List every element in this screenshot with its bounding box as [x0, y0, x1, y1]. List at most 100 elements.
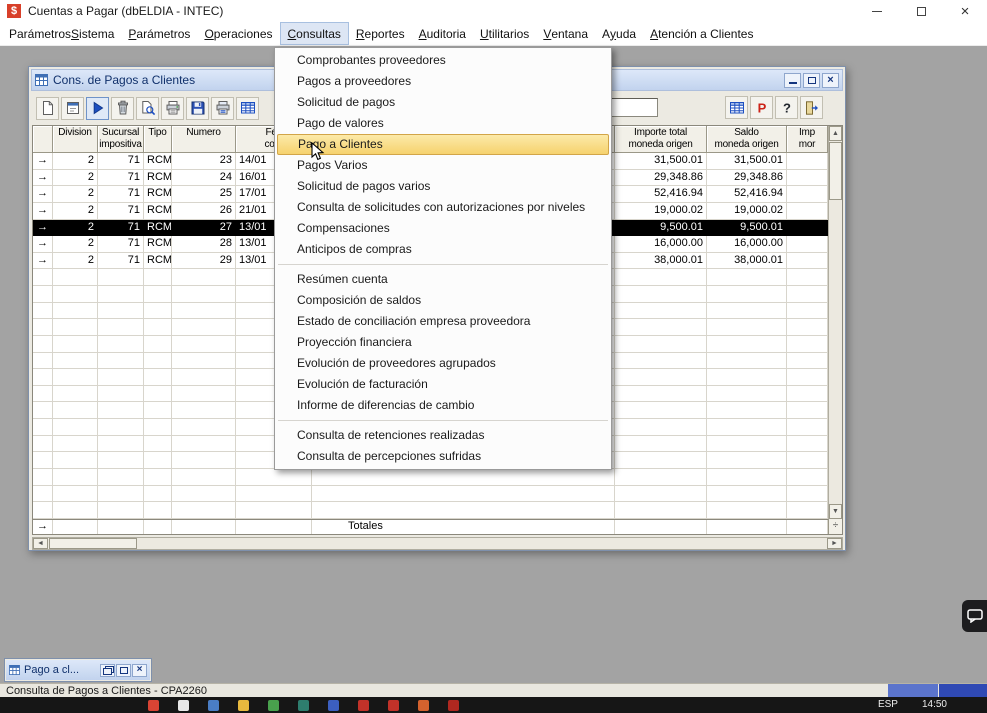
grid-cell [33, 502, 53, 519]
menu-item-pagos-a-proveedores[interactable]: Pagos a proveedores [275, 71, 611, 92]
taskbar-app-11[interactable] [448, 700, 459, 711]
minimized-restore-button[interactable] [100, 664, 115, 677]
menu-item-consulta-de-percepciones-sufridas[interactable]: Consulta de percepciones sufridas [275, 446, 611, 467]
menu-item-compensaciones[interactable]: Compensaciones [275, 218, 611, 239]
grid-header-numero[interactable]: Numero [172, 126, 236, 153]
grid-cell [144, 520, 172, 534]
taskbar-app-1[interactable] [148, 700, 159, 711]
menu-item-proyeccion-financiera[interactable]: Proyección financiera [275, 332, 611, 353]
form-button[interactable] [61, 97, 84, 120]
grid-header-division[interactable]: Division [53, 126, 98, 153]
taskbar[interactable]: ESP 14:50 [0, 697, 987, 713]
minimized-close-button[interactable]: × [132, 664, 147, 677]
horizontal-scrollbar[interactable]: ◄ ► [32, 537, 843, 550]
grid-cell [33, 336, 53, 353]
maximize-button[interactable] [899, 0, 943, 22]
grid-header-importe-total-moneda-origen[interactable]: Importe totalmoneda origen [615, 126, 707, 153]
menubar-item-reportes[interactable]: Reportes [349, 22, 412, 45]
child-window-controls: × [784, 73, 839, 88]
close-button[interactable]: × [943, 0, 987, 22]
grid-cell [33, 452, 53, 469]
grid-cell: 23 [172, 153, 236, 170]
minimize-button[interactable] [855, 0, 899, 22]
taskbar-app-7[interactable] [328, 700, 339, 711]
scroll-down-button[interactable]: ▼ [829, 504, 842, 519]
menu-item-informe-de-diferencias-de-cambio[interactable]: Informe de diferencias de cambio [275, 395, 611, 416]
menubar-item-ayuda[interactable]: Ayuda [595, 22, 643, 45]
menu-item-resumen-cuenta[interactable]: Resúmen cuenta [275, 269, 611, 290]
print-report-button[interactable] [211, 97, 234, 120]
menu-item-solicitud-de-pagos[interactable]: Solicitud de pagos [275, 92, 611, 113]
new-button[interactable] [36, 97, 59, 120]
menu-item-consulta-de-retenciones-realizadas[interactable]: Consulta de retenciones realizadas [275, 425, 611, 446]
consultas-dropdown: Comprobantes proveedoresPagos a proveedo… [274, 47, 612, 470]
grid-header-indicator[interactable] [33, 126, 53, 153]
menu-item-pago-a-clientes[interactable]: Pago a Clientes [277, 134, 609, 155]
save-button[interactable] [186, 97, 209, 120]
delete-button[interactable] [111, 97, 134, 120]
taskbar-app-6[interactable] [298, 700, 309, 711]
menubar-item-consultas[interactable]: Consultas [280, 22, 349, 45]
grid-cell [172, 336, 236, 353]
taskbar-app-3[interactable] [208, 700, 219, 711]
preview-button[interactable] [136, 97, 159, 120]
chat-bubble-overlay[interactable] [962, 600, 987, 632]
menubar-item-auditoria[interactable]: Auditoria [412, 22, 473, 45]
menu-item-solicitud-de-pagos-varios[interactable]: Solicitud de pagos varios [275, 176, 611, 197]
menubar-item-utilitarios[interactable]: Utilitarios [473, 22, 536, 45]
menubar-item-atencion-a-clientes[interactable]: Atención a Clientes [643, 22, 760, 45]
grid-header-tipo[interactable]: Tipo [144, 126, 172, 153]
grid-cell [98, 386, 144, 403]
grid-cell [172, 486, 236, 503]
menu-item-pago-de-valores[interactable]: Pago de valores [275, 113, 611, 134]
taskbar-app-9[interactable] [388, 700, 399, 711]
taskbar-app-4[interactable] [238, 700, 249, 711]
menubar-item-parametros[interactable]: Parámetros [121, 22, 197, 45]
run-button[interactable] [86, 97, 109, 120]
export-grid-button[interactable] [236, 97, 259, 120]
menu-item-comprobantes-proveedores[interactable]: Comprobantes proveedores [275, 50, 611, 71]
grid-cell [787, 153, 828, 170]
menu-item-pagos-varios[interactable]: Pagos Varios [275, 155, 611, 176]
help-button[interactable]: ? [775, 96, 798, 119]
vertical-scrollbar[interactable]: ▲ ▼ [828, 126, 842, 519]
table-view-button[interactable] [725, 96, 748, 119]
taskbar-app-10[interactable] [418, 700, 429, 711]
grid-cell [787, 203, 828, 220]
minimized-maximize-button[interactable] [116, 664, 131, 677]
vscrollbar-thumb[interactable] [829, 142, 842, 200]
exit-button[interactable] [800, 96, 823, 119]
form-icon [65, 100, 81, 116]
menubar-item-ventana[interactable]: Ventana [536, 22, 595, 45]
menubar-item-operaciones[interactable]: Operaciones [197, 22, 279, 45]
taskbar-app-5[interactable] [268, 700, 279, 711]
scroll-left-button[interactable]: ◄ [33, 538, 48, 549]
grid-cell [172, 419, 236, 436]
grid-corner-button[interactable]: ÷ [828, 519, 842, 534]
menubar-item-parametros-sistema[interactable]: Parámetros Sistema [2, 22, 121, 45]
grid-cell [707, 469, 787, 486]
menu-item-estado-de-conciliacion-empresa-proveedora[interactable]: Estado de conciliación empresa proveedor… [275, 311, 611, 332]
special-p-button[interactable]: P [750, 96, 773, 119]
tray-language[interactable]: ESP [878, 699, 898, 710]
menu-item-evolucion-de-facturacion[interactable]: Evolución de facturación [275, 374, 611, 395]
hscrollbar-thumb[interactable] [49, 538, 137, 549]
menu-item-composicion-de-saldos[interactable]: Composición de saldos [275, 290, 611, 311]
child-close-button[interactable]: × [822, 73, 839, 88]
grid-cell [615, 419, 707, 436]
grid-header-saldo-moneda-origen[interactable]: Saldomoneda origen [707, 126, 787, 153]
scroll-right-button[interactable]: ► [827, 538, 842, 549]
minimized-pago-window[interactable]: Pago a cl... × [4, 658, 152, 682]
grid-header-sucursal-impositiva[interactable]: Sucursalimpositiva [98, 126, 144, 153]
print-button[interactable] [161, 97, 184, 120]
taskbar-app-2[interactable] [178, 700, 189, 711]
grid-header-importe-moneda[interactable]: Impmor [787, 126, 828, 153]
menu-item-consulta-de-solicitudes-con-autorizaciones-por-niveles[interactable]: Consulta de solicitudes con autorizacion… [275, 197, 611, 218]
scroll-up-button[interactable]: ▲ [829, 126, 842, 141]
child-restore-button[interactable] [803, 73, 820, 88]
taskbar-app-8[interactable] [358, 700, 369, 711]
menu-item-anticipos-de-compras[interactable]: Anticipos de compras [275, 239, 611, 260]
tray-clock[interactable]: 14:50 [922, 699, 947, 710]
child-minimize-button[interactable] [784, 73, 801, 88]
menu-item-evolucion-de-proveedores-agrupados[interactable]: Evolución de proveedores agrupados [275, 353, 611, 374]
